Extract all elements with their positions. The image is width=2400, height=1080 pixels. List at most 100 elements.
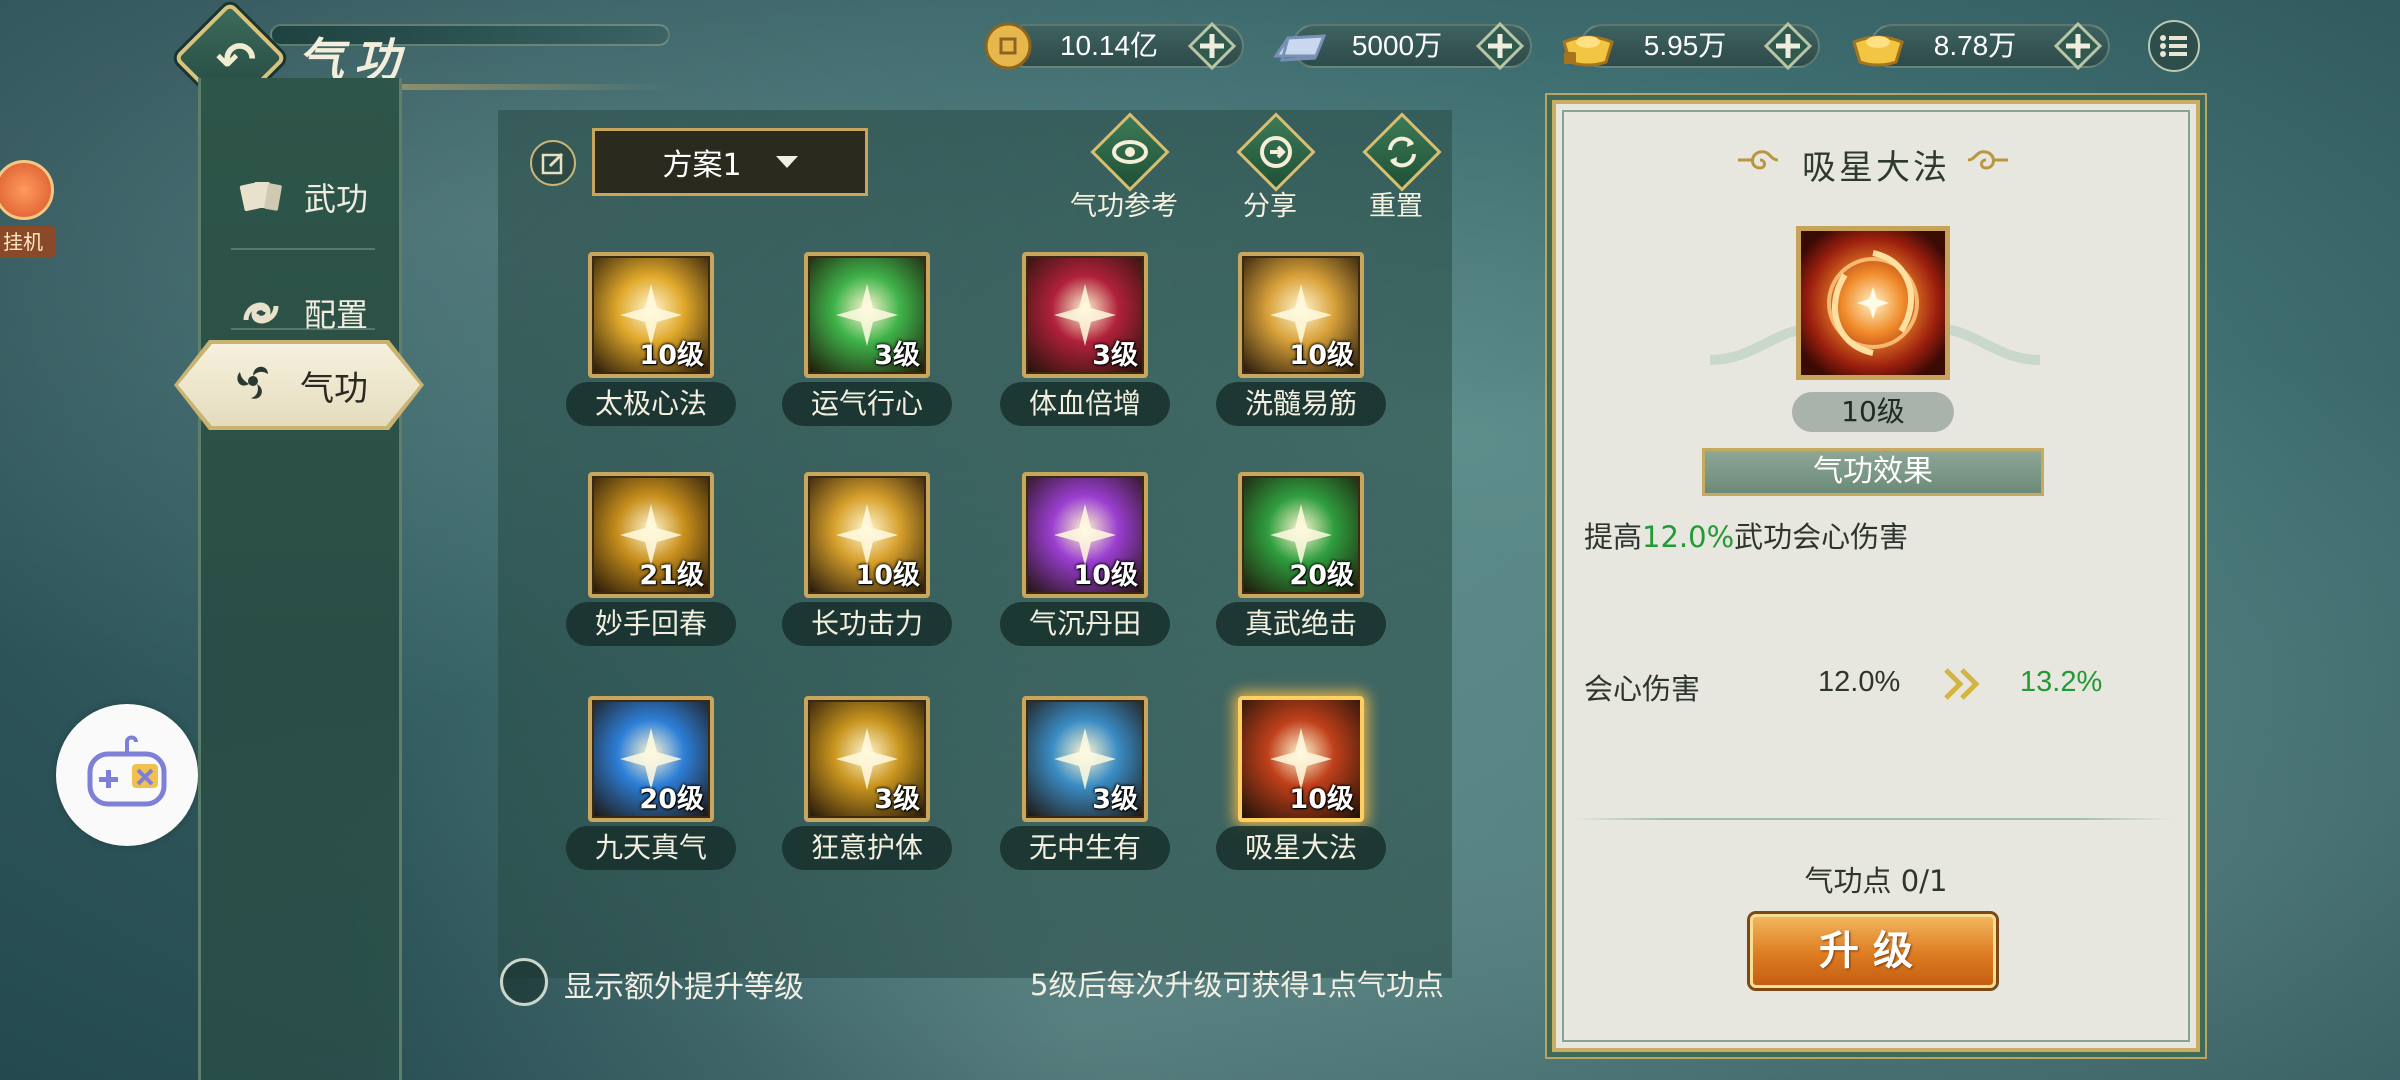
detail-title: 吸星大法 (1802, 148, 1950, 188)
title-bar: ↶ 气功 (173, 1, 670, 115)
skill-name: 妙手回春 (566, 602, 736, 646)
qigong-point-hint: 5级后每次升级可获得1点气功点 (1030, 968, 1444, 1002)
qigong-reference-button[interactable]: 气功参考 (1064, 112, 1184, 222)
skill-name: 真武绝击 (1216, 602, 1386, 646)
action-label: 重置 (1369, 191, 1423, 222)
skill-item[interactable]: 20级九天真气 (566, 696, 736, 876)
auto-hang-widget[interactable]: 挂机 (0, 160, 64, 264)
skill-icon-frame: 3级 (804, 252, 930, 378)
effect-description: 提高12.0%武功会心伤害 (1584, 514, 1908, 556)
reset-icon (1374, 124, 1430, 180)
skill-icon-frame: 20级 (1238, 472, 1364, 598)
plus-icon[interactable] (2052, 20, 2104, 72)
nav-divider (231, 328, 375, 330)
triskelion-icon (230, 358, 276, 413)
currency-value: 5.95万 (1643, 30, 1727, 61)
skill-icon-frame: 20级 (588, 696, 714, 822)
skill-name: 体血倍增 (1000, 382, 1170, 426)
chevron-down-icon (775, 156, 798, 168)
skill-name: 九天真气 (566, 826, 736, 870)
skill-level: 10级 (1289, 784, 1354, 815)
currency-value: 5000万 (1351, 30, 1443, 61)
currency-silver: 5000万 (1272, 20, 1552, 72)
copper-coin-icon (984, 22, 1032, 70)
extra-level-label: 显示额外提升等级 (564, 970, 804, 1005)
edit-scheme-button[interactable] (530, 140, 576, 186)
skill-icon-frame: 10级 (1238, 696, 1364, 822)
auto-hang-label: 挂机 (0, 226, 56, 258)
skill-level: 3级 (1092, 340, 1138, 371)
nav-item-qigong[interactable]: 气功 (178, 344, 420, 426)
skill-item[interactable]: 10级气沉丹田 (1000, 472, 1170, 652)
skill-icon-frame: 3级 (804, 696, 930, 822)
double-chevron-right-icon (1944, 668, 1980, 700)
skill-item[interactable]: 3级运气行心 (782, 252, 952, 432)
share-button[interactable]: 分享 (1210, 112, 1330, 222)
upgrade-button[interactable]: 升级 (1750, 914, 1996, 988)
effect-prefix: 提高 (1584, 520, 1643, 554)
extra-level-checkbox[interactable] (500, 958, 548, 1006)
gamepad-icon (87, 735, 167, 807)
cloud-swirl-icon (1967, 150, 2008, 170)
skill-item[interactable]: 3级 无中生有 (1000, 696, 1170, 876)
skill-item[interactable]: 20级真武绝击 (1216, 472, 1386, 652)
plus-icon[interactable] (1186, 20, 1238, 72)
skill-item[interactable]: 10级洗髓易筋 (1216, 252, 1386, 432)
effect-value: 12.0% (1642, 520, 1735, 554)
skill-item[interactable]: 10级 长功击力 (782, 472, 952, 652)
currency-copper: 10.14亿 (984, 20, 1264, 72)
locked-gold-ingot-icon (1562, 35, 1614, 67)
plus-icon[interactable] (1762, 20, 1814, 72)
skill-item[interactable]: 10级吸星大法 (1216, 696, 1386, 876)
skill-icon-frame: 10级 (804, 472, 930, 598)
currency-value: 8.78万 (1933, 30, 2017, 61)
skill-level: 10级 (639, 340, 704, 371)
skill-level: 3级 (874, 784, 920, 815)
skill-level: 10级 (1289, 340, 1354, 371)
gamepad-button[interactable] (56, 704, 198, 846)
detail-skill-icon (1796, 226, 1950, 380)
star-absorb-icon (1801, 231, 1945, 375)
reset-button[interactable]: 重置 (1336, 112, 1456, 222)
skill-name: 气沉丹田 (1000, 602, 1170, 646)
auto-hang-icon (0, 160, 54, 220)
qigong-points: 气功点 0/1 (1804, 864, 1948, 898)
list-icon (2160, 35, 2187, 57)
skill-level: 20级 (639, 784, 704, 815)
skill-item[interactable]: 21级妙手回春 (566, 472, 736, 652)
skill-icon-frame: 3级 (1022, 696, 1148, 822)
skill-icon-frame: 3级 (1022, 252, 1148, 378)
skill-level: 3级 (874, 340, 920, 371)
nav-item-martial-arts[interactable]: 武功 (201, 152, 405, 242)
scheme-label: 方案1 (662, 148, 742, 183)
skill-icon-frame: 10级 (1022, 472, 1148, 598)
currency-value: 10.14亿 (1059, 30, 1159, 61)
share-icon (1248, 124, 1304, 180)
gold-ingot-icon (1852, 35, 1904, 67)
effect-banner: 气功效果 (1702, 448, 2044, 496)
plus-icon[interactable] (1474, 20, 1526, 72)
skill-item[interactable]: 3级体血倍增 (1000, 252, 1170, 432)
nav-item-label: 气功 (300, 368, 368, 409)
skill-name: 吸星大法 (1216, 826, 1386, 870)
menu-button[interactable] (2148, 20, 2200, 72)
nav-item-label: 武功 (303, 180, 368, 218)
skill-item[interactable]: 3级狂意护体 (782, 696, 952, 876)
stat-next-value: 13.2% (2020, 666, 2103, 698)
skill-level: 21级 (639, 560, 704, 591)
skill-level: 10级 (1073, 560, 1138, 591)
skill-level: 20级 (1289, 560, 1354, 591)
stat-current-value: 12.0% (1818, 666, 1901, 698)
action-label: 分享 (1243, 191, 1297, 222)
action-label: 气功参考 (1070, 191, 1178, 222)
skill-name: 运气行心 (782, 382, 952, 426)
skill-name: 太极心法 (566, 382, 736, 426)
stat-name: 会心伤害 (1584, 672, 1701, 706)
scheme-dropdown[interactable]: 方案1 (592, 128, 868, 196)
divider (1574, 818, 2172, 820)
skill-icon-frame: 21级 (588, 472, 714, 598)
skill-name: 狂意护体 (782, 826, 952, 870)
silver-ingot-icon (1273, 34, 1327, 62)
skill-item[interactable]: 10级太极心法 (566, 252, 736, 432)
skill-name: 洗髓易筋 (1216, 382, 1386, 426)
